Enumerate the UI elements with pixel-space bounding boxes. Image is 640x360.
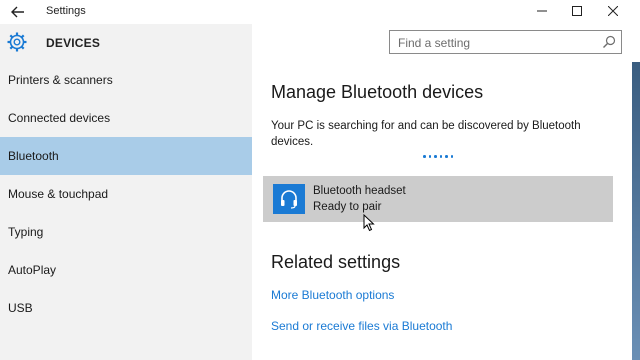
search-input[interactable]: Find a setting [389, 30, 622, 54]
page-title: Manage Bluetooth devices [271, 82, 484, 102]
sidebar-item-printers[interactable]: Printers & scanners [0, 61, 252, 99]
sidebar-item-usb[interactable]: USB [0, 289, 252, 327]
desktop-background-edge [632, 62, 640, 360]
section-title: DEVICES [46, 36, 101, 50]
searching-progress-indicator [423, 155, 453, 158]
search-status-text: Your PC is searching for and can be disc… [271, 120, 581, 148]
device-list-item[interactable]: Bluetooth headset Ready to pair [263, 176, 613, 222]
search-icon[interactable] [602, 35, 616, 49]
mouse-cursor-icon [363, 214, 375, 232]
back-button[interactable] [8, 3, 28, 21]
device-name: Bluetooth headset [313, 185, 406, 197]
minimize-button[interactable] [525, 0, 559, 22]
back-arrow-icon [11, 6, 24, 18]
close-icon [608, 6, 618, 16]
maximize-icon [572, 6, 582, 16]
sidebar-item-autoplay[interactable]: AutoPlay [0, 251, 252, 289]
sidebar-item-mouse[interactable]: Mouse & touchpad [0, 175, 252, 213]
gear-icon [6, 31, 28, 53]
headset-icon [273, 184, 305, 214]
related-settings-heading: Related settings [271, 252, 401, 272]
more-bluetooth-options-link[interactable]: More Bluetooth options [271, 288, 394, 302]
send-receive-files-link[interactable]: Send or receive files via Bluetooth [271, 319, 452, 333]
sidebar-item-bluetooth[interactable]: Bluetooth [0, 137, 252, 175]
sidebar-item-typing[interactable]: Typing [0, 213, 252, 251]
device-status: Ready to pair [313, 201, 382, 213]
window-title: Settings [46, 5, 86, 17]
close-button[interactable] [596, 0, 630, 22]
maximize-button[interactable] [560, 0, 594, 22]
minimize-icon [537, 10, 547, 12]
search-placeholder: Find a setting [398, 36, 471, 50]
title-bar: Settings [0, 0, 640, 24]
sidebar-item-connected-devices[interactable]: Connected devices [0, 99, 252, 137]
sidebar: DEVICES Printers & scanners Connected de… [0, 24, 252, 360]
